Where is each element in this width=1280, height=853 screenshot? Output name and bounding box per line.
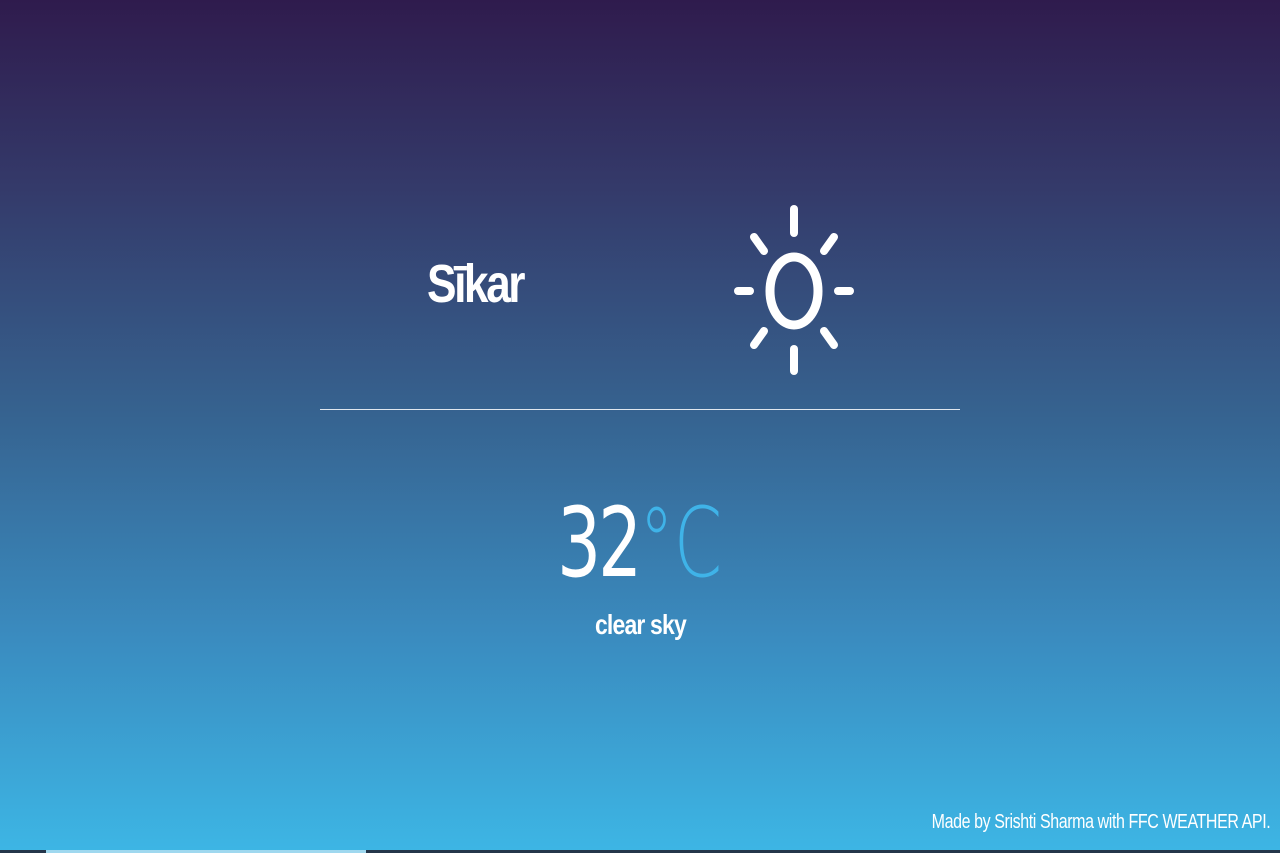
weather-description-text: clear sky — [594, 609, 687, 640]
temperature-display: 32°C — [0, 488, 1280, 598]
temperature-unit: °C — [639, 487, 723, 599]
weather-header: Sīkar — [320, 195, 960, 385]
city-name: Sīkar — [427, 254, 525, 314]
sun-icon — [734, 205, 854, 375]
weather-description: clear sky — [0, 609, 1280, 641]
divider — [320, 409, 960, 410]
footer-credit: Made by Srishti Sharma with FFC WEATHER … — [931, 811, 1270, 833]
temperature-value: 32 — [557, 487, 642, 599]
